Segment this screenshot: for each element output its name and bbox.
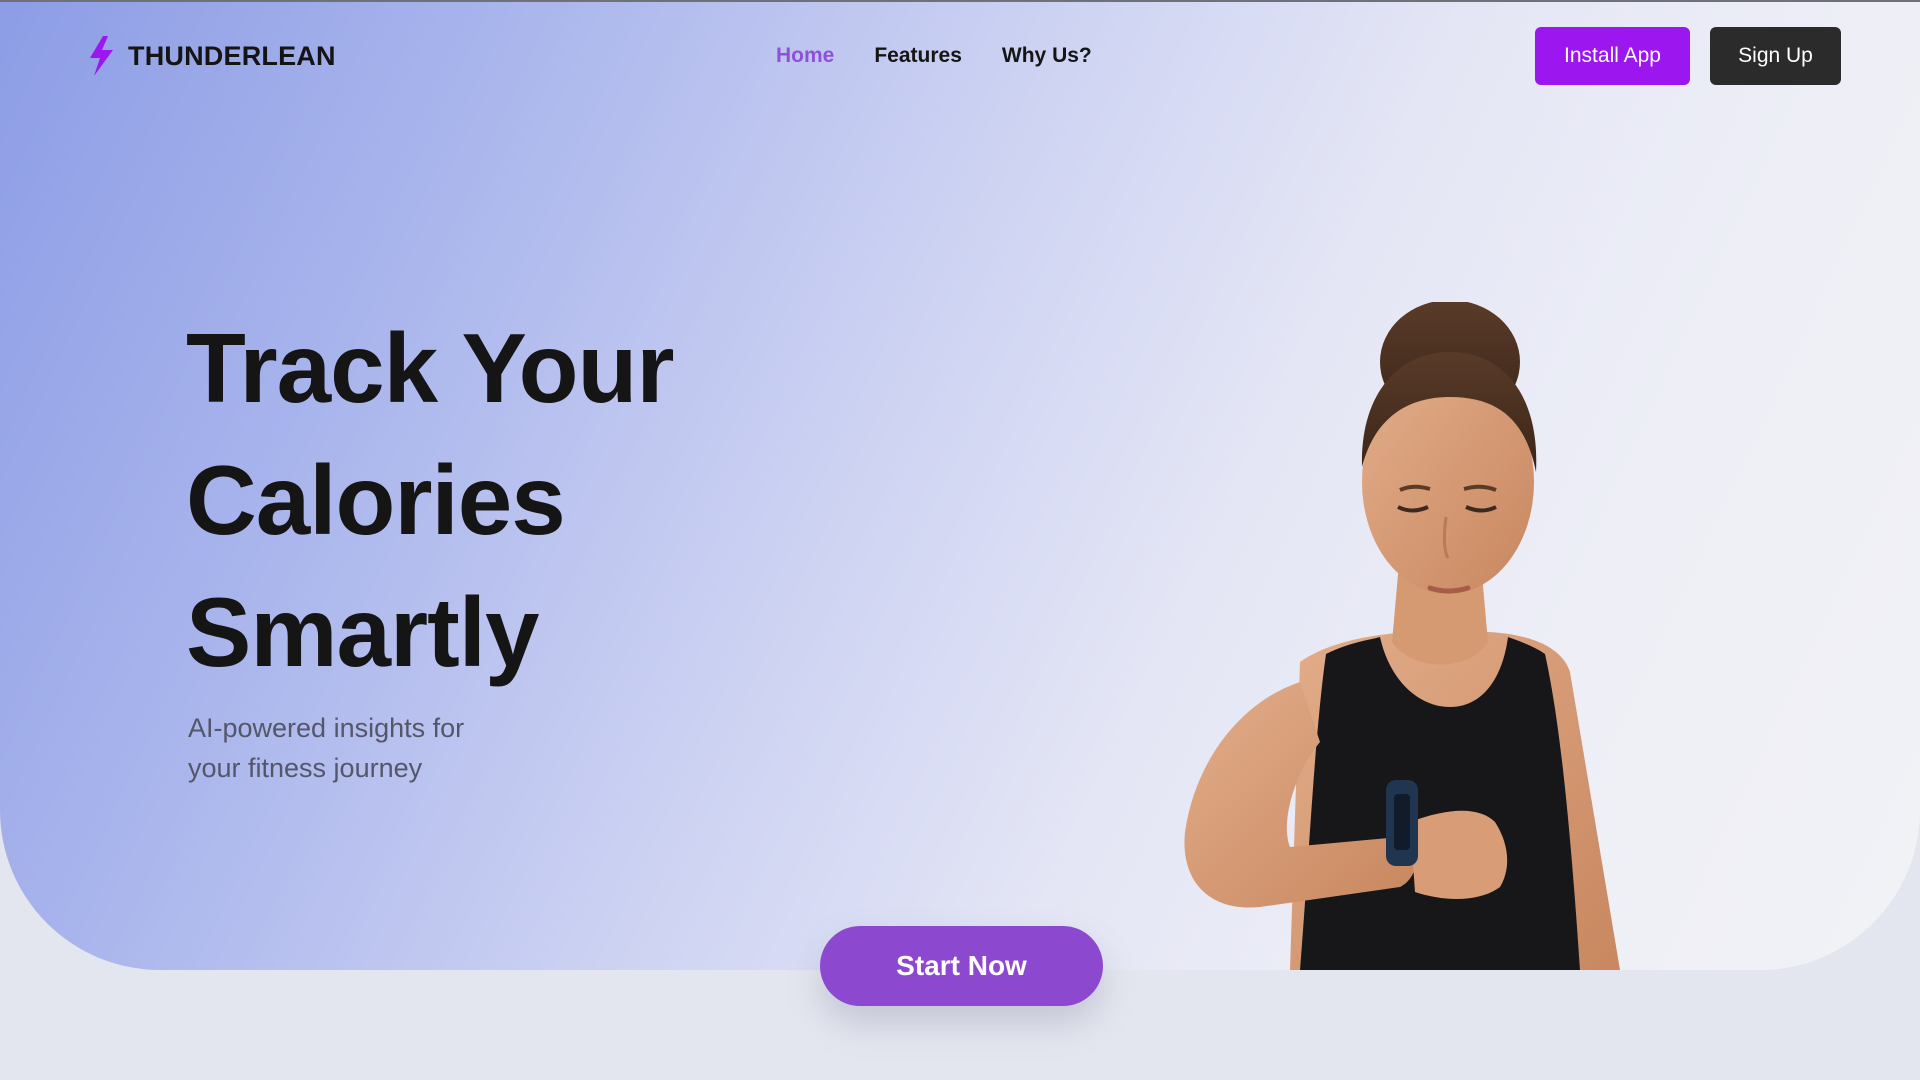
page: THUNDERLEAN Home Features Why Us? Instal… [0, 0, 1920, 1080]
brand-name: THUNDERLEAN [128, 40, 336, 71]
main-nav: Home Features Why Us? [776, 44, 1092, 68]
subtitle-line: your fitness journey [188, 753, 423, 783]
headline-line: Calories [186, 445, 566, 555]
nav-link-home[interactable]: Home [776, 44, 834, 68]
start-now-button[interactable]: Start Now [820, 926, 1103, 1006]
lightning-bolt-icon [90, 36, 113, 76]
nav-link-why-us[interactable]: Why Us? [1002, 44, 1092, 68]
fitness-woman-image [1184, 302, 1620, 970]
hero-subtitle: AI-powered insights for your fitness jou… [188, 708, 508, 788]
brand-logo[interactable]: THUNDERLEAN [86, 36, 336, 76]
subtitle-line: AI-powered insights for [188, 713, 465, 743]
nav-link-features[interactable]: Features [874, 44, 962, 68]
sign-up-button[interactable]: Sign Up [1710, 27, 1841, 85]
hero-headline: Track Your Calories Smartly [186, 302, 746, 698]
install-app-button[interactable]: Install App [1535, 27, 1690, 85]
hero-section: THUNDERLEAN Home Features Why Us? Instal… [0, 2, 1920, 970]
headline-line: Smartly [186, 577, 540, 687]
headline-line: Track Your [186, 313, 675, 423]
